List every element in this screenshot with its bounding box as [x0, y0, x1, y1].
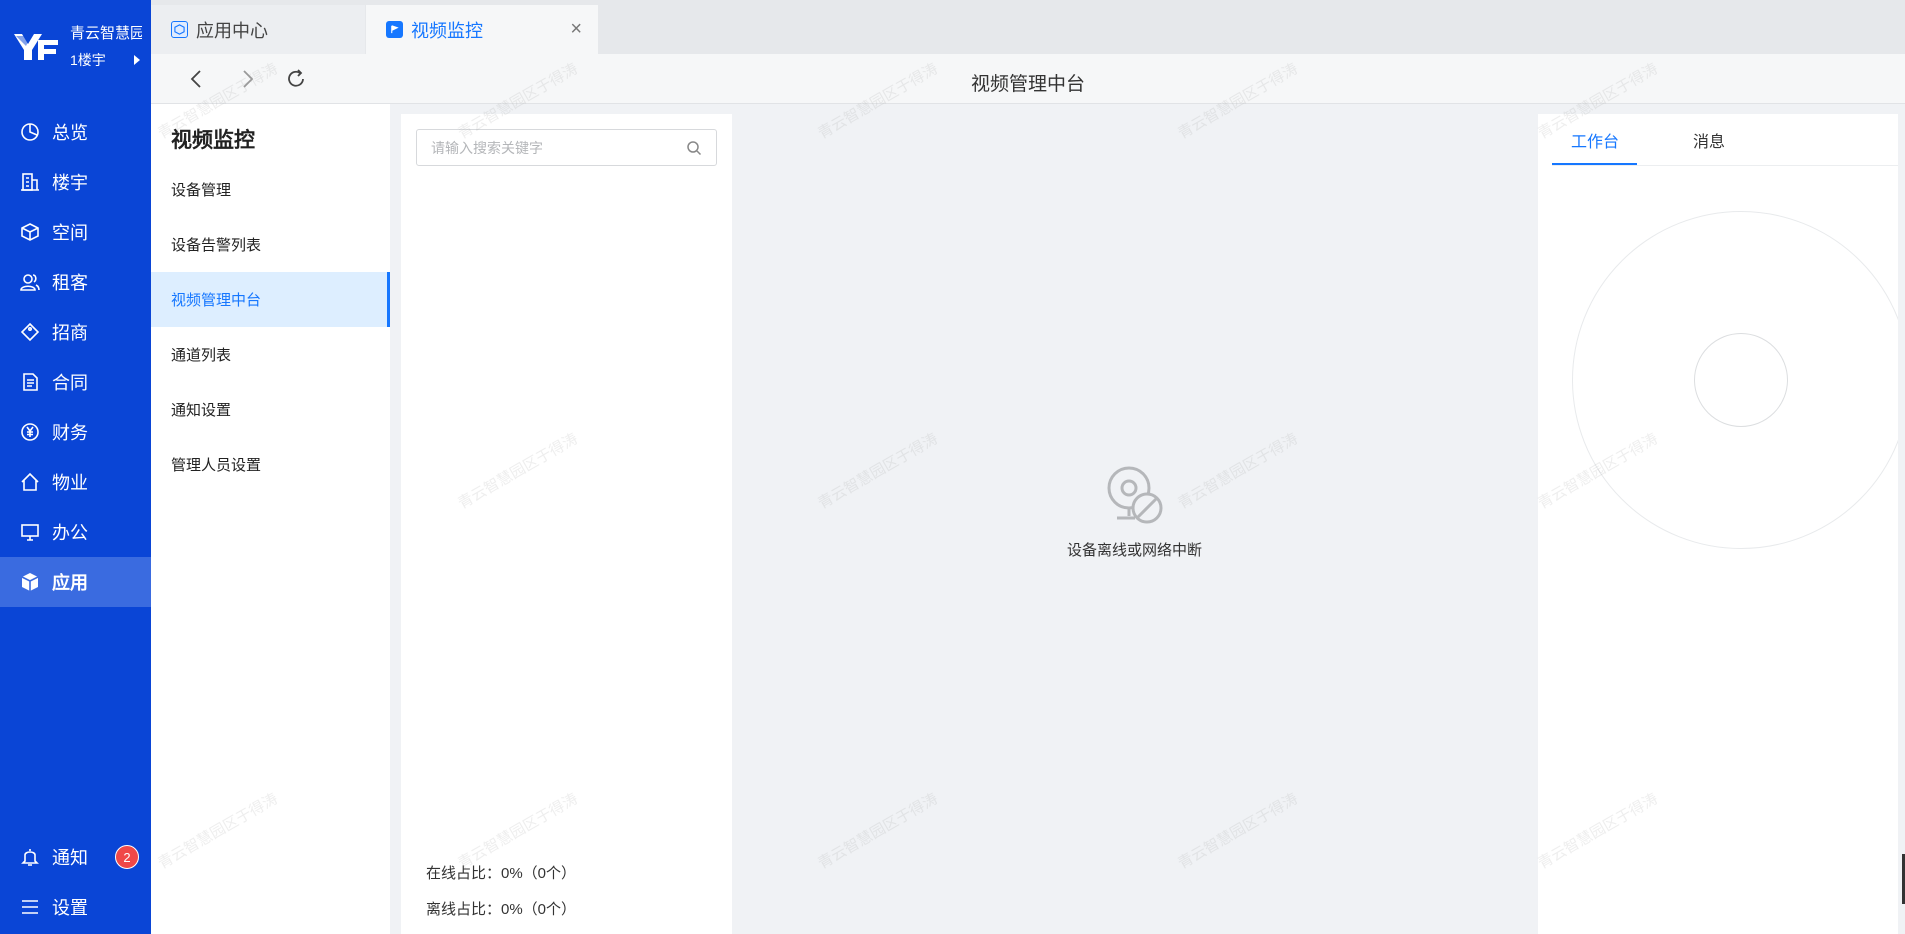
document-icon	[23, 373, 38, 391]
nav-item-office[interactable]: 办公	[0, 507, 151, 557]
toolbar: 视频管理中台	[151, 54, 1905, 104]
building-icon	[21, 173, 39, 191]
nav-item-building[interactable]: 楼宇	[0, 157, 151, 207]
tab-video-monitor[interactable]: 视频监控 ×	[366, 5, 598, 54]
offline-notice: 设备离线或网络中断	[732, 464, 1537, 560]
submenu-label: 视频管理中台	[171, 292, 262, 309]
box-icon	[171, 21, 188, 38]
nav-label: 空间	[52, 223, 88, 243]
right-edge	[1898, 104, 1905, 934]
box-icon	[21, 573, 39, 591]
main-sidebar: 青云智慧园区 1楼宇 总览 楼宇 空间 租客 招商 合同 财务 物业 办公 应用	[0, 0, 151, 934]
online-ratio: 在线占比：0%（0个）	[426, 865, 577, 882]
right-panel: 工作台 消息	[1538, 114, 1905, 934]
menu-icon	[22, 900, 38, 914]
nav-item-space[interactable]: 空间	[0, 207, 151, 257]
tab-divider	[1552, 165, 1898, 166]
org-name: 青云智慧园区	[70, 25, 142, 42]
camera-offline-icon	[1107, 466, 1162, 524]
yf-logo-icon	[14, 34, 58, 60]
page-title: 视频管理中台	[970, 74, 1085, 95]
submenu-item-video-center[interactable]: 视频管理中台	[151, 272, 390, 327]
pie-chart-icon	[21, 123, 39, 141]
tab-label: 应用中心	[196, 20, 268, 41]
building-selector[interactable]: 1楼宇	[70, 50, 106, 70]
submenu-item-admin-settings[interactable]: 管理人员设置	[151, 437, 390, 492]
brand-block[interactable]: 青云智慧园区 1楼宇	[0, 0, 151, 93]
nav-label: 办公	[52, 523, 88, 543]
video-player-area: 设备离线或网络中断	[732, 104, 1537, 934]
monitor-icon	[21, 524, 39, 541]
close-icon[interactable]: ×	[570, 19, 582, 39]
search-input[interactable]	[431, 139, 681, 156]
nav-label: 楼宇	[52, 173, 88, 193]
device-tree-panel: 在线占比：0%（0个） 离线占比：0%（0个）	[401, 114, 732, 934]
bell-icon	[21, 849, 39, 866]
nav-label: 总览	[52, 123, 88, 143]
submenu-label: 通知设置	[171, 402, 232, 419]
ptz-center-button[interactable]	[1694, 333, 1788, 427]
nav-label: 财务	[52, 423, 88, 443]
nav-label: 招商	[52, 323, 88, 343]
nav-item-investment[interactable]: 招商	[0, 307, 151, 357]
tab-bar: 应用中心 视频监控 ×	[151, 0, 1905, 54]
submenu-item-notify-settings[interactable]: 通知设置	[151, 382, 390, 437]
nav-item-tenant[interactable]: 租客	[0, 257, 151, 307]
submenu-title: 视频监控	[171, 129, 255, 152]
yen-icon	[21, 423, 39, 441]
nav-item-notify[interactable]: 通知 2	[0, 832, 151, 882]
home-icon	[21, 472, 39, 491]
nav-label: 合同	[52, 373, 88, 393]
nav-item-finance[interactable]: 财务	[0, 407, 151, 457]
nav-label: 设置	[52, 898, 88, 918]
nav-item-settings[interactable]: 设置	[0, 882, 151, 932]
nav-item-apps[interactable]: 应用	[0, 557, 151, 607]
video-flag-icon	[386, 21, 403, 38]
tab-label: 视频监控	[411, 20, 483, 41]
submenu-item-device-alarm-list[interactable]: 设备告警列表	[151, 217, 390, 272]
submenu-label: 管理人员设置	[171, 457, 262, 474]
notification-count-badge: 2	[115, 845, 139, 869]
search-icon[interactable]	[686, 140, 702, 156]
refresh-icon[interactable]	[284, 67, 308, 91]
nav-label: 通知	[52, 848, 88, 868]
submenu-label: 设备管理	[171, 182, 232, 199]
nav-item-overview[interactable]: 总览	[0, 107, 151, 157]
back-icon[interactable]	[185, 67, 209, 91]
submenu-label: 设备告警列表	[171, 237, 262, 254]
tab-app-center[interactable]: 应用中心	[151, 5, 365, 54]
caret-right-icon[interactable]	[134, 55, 140, 65]
nav-label: 应用	[52, 573, 88, 593]
nav-label: 物业	[52, 473, 88, 493]
users-icon	[20, 274, 40, 291]
tab-messages[interactable]: 消息	[1693, 128, 1725, 152]
submenu-label: 通道列表	[171, 347, 232, 364]
forward-icon[interactable]	[235, 67, 259, 91]
search-box[interactable]	[416, 129, 717, 166]
tab-workbench[interactable]: 工作台	[1571, 128, 1619, 152]
offline-message: 设备离线或网络中断	[1066, 542, 1202, 559]
nav-label: 租客	[52, 273, 88, 293]
submenu-item-device-management[interactable]: 设备管理	[151, 162, 390, 217]
secondary-menu: 视频监控 设备管理 设备告警列表 视频管理中台 通道列表 通知设置 管理人员设置	[151, 104, 390, 934]
offline-ratio: 离线占比：0%（0个）	[426, 901, 577, 918]
nav-item-contract[interactable]: 合同	[0, 357, 151, 407]
cube-icon	[21, 223, 39, 241]
tag-icon	[20, 322, 40, 342]
nav-item-property[interactable]: 物业	[0, 457, 151, 507]
submenu-item-channel-list[interactable]: 通道列表	[151, 327, 390, 382]
active-tab-indicator	[1552, 163, 1637, 165]
